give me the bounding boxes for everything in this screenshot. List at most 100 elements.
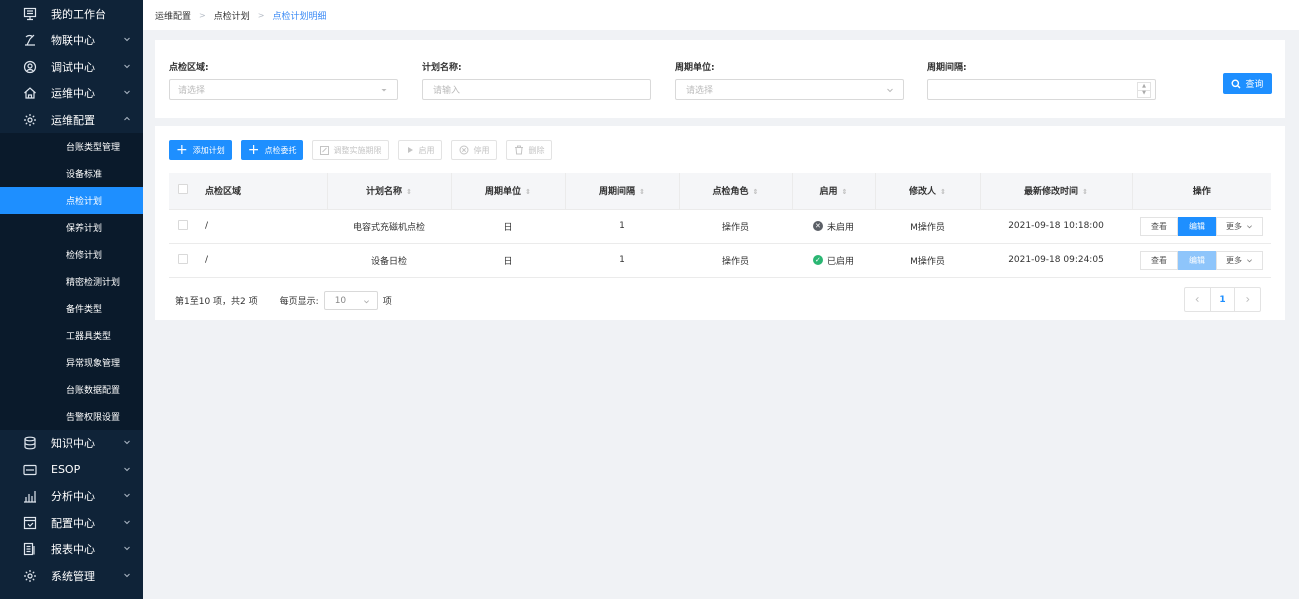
sort-icon[interactable]: ⇕ — [406, 188, 412, 196]
sidebar-item-maintenance-plan[interactable]: 保养计划 — [0, 214, 143, 241]
more-button[interactable]: 更多 — [1216, 250, 1263, 270]
sort-icon[interactable]: ⇕ — [940, 188, 946, 196]
more-button[interactable]: 更多 — [1216, 216, 1263, 236]
edit-doc-icon — [320, 145, 330, 155]
sidebar-item-alarm-permission[interactable]: 告警权限设置 — [0, 403, 143, 430]
prev-page-button[interactable] — [1185, 288, 1210, 311]
sub-label: 点检计划 — [66, 197, 103, 207]
status-badge: ✕ 未启用 — [812, 220, 854, 233]
nav-item-knowledge[interactable]: 知识中心 — [0, 430, 143, 457]
settings-icon — [22, 568, 38, 584]
nav-item-config-center[interactable]: 配置中心 — [0, 510, 143, 537]
sidebar-item-precision-plan[interactable]: 精密检测计划 — [0, 268, 143, 295]
sort-icon[interactable]: ⇕ — [842, 188, 848, 196]
select-all-checkbox[interactable] — [178, 184, 188, 195]
header-enabled[interactable]: 启用 ⇕ — [792, 173, 876, 210]
nav-item-iot[interactable]: 物联中心 — [0, 27, 143, 54]
header-time[interactable]: 最新修改时间 ⇕ — [980, 173, 1133, 210]
add-delegate-button[interactable]: + 点检委托 — [240, 140, 304, 160]
sidebar-item-repair-plan[interactable]: 检修计划 — [0, 241, 143, 268]
sidebar-item-ledger-data[interactable]: 台账数据配置 — [0, 376, 143, 403]
chevron-right-icon: > — [199, 10, 206, 20]
plan-name-input[interactable]: 请输入 — [422, 79, 651, 100]
nav-item-system[interactable]: 系统管理 — [0, 563, 143, 590]
stepper-down-icon[interactable]: ▼ — [1138, 91, 1150, 98]
edit-button[interactable]: 编辑 — [1178, 250, 1216, 270]
chevron-down-icon — [124, 440, 130, 445]
status-label: 已启用 — [826, 256, 854, 267]
breadcrumb-item[interactable]: 点检计划 — [214, 9, 250, 22]
disable-label: 停用 — [473, 145, 490, 155]
page-number[interactable]: 1 — [1210, 288, 1235, 311]
database-icon — [22, 435, 38, 451]
sidebar-item-spare-types[interactable]: 备件类型 — [0, 295, 143, 322]
area-select[interactable]: 请选择 — [169, 79, 398, 100]
adjust-period-button[interactable]: 调整实施期限 — [312, 140, 390, 160]
sort-icon[interactable]: ⇕ — [525, 188, 531, 196]
sidebar-item-equipment-standard[interactable]: 设备标准 — [0, 160, 143, 187]
sort-icon[interactable]: ⇕ — [639, 188, 645, 196]
chevron-down-icon — [887, 88, 893, 93]
nav-item-debug[interactable]: 调试中心 — [0, 54, 143, 81]
row-checkbox[interactable] — [178, 253, 188, 264]
header-name[interactable]: 计划名称 ⇕ — [327, 173, 452, 210]
plan-table: 点检区域 计划名称 ⇕ 周期单位 ⇕ 周期间隔 ⇕ 点检角色 ⇕ 启用 ⇕ 修改人 ⇕ 最新… — [169, 173, 1271, 278]
view-button[interactable]: 查看 — [1140, 216, 1178, 236]
breadcrumb-item[interactable]: 运维配置 — [155, 9, 191, 22]
sidebar-item-anomaly[interactable]: 异常现象管理 — [0, 349, 143, 376]
nav-item-workbench[interactable]: 我的工作台 — [0, 0, 143, 27]
trash-icon — [515, 145, 524, 155]
header-area[interactable]: 点检区域 — [197, 173, 328, 210]
sub-label: 告警权限设置 — [66, 413, 121, 423]
query-button[interactable]: 查询 — [1223, 73, 1272, 94]
sub-label: 保养计划 — [66, 224, 103, 234]
chevron-left-icon — [1195, 297, 1199, 302]
sidebar-item-tool-types[interactable]: 工器具类型 — [0, 322, 143, 349]
enable-button[interactable]: 启用 — [398, 140, 443, 160]
row-checkbox[interactable] — [178, 219, 188, 230]
cell-time: 2021-09-18 09:24:05 — [980, 243, 1132, 278]
nav-item-analysis[interactable]: 分析中心 — [0, 483, 143, 510]
header-unit[interactable]: 周期单位 ⇕ — [451, 173, 566, 210]
header-label: 周期间隔 — [599, 187, 636, 198]
nav-item-ops-center[interactable]: 运维中心 — [0, 80, 143, 107]
header-interval[interactable]: 周期间隔 ⇕ — [565, 173, 680, 210]
sidebar-item-ledger-types[interactable]: 台账类型管理 — [0, 133, 143, 160]
enable-label: 启用 — [418, 145, 435, 155]
edit-button[interactable]: 编辑 — [1178, 216, 1216, 236]
delete-button[interactable]: 删除 — [506, 140, 553, 160]
sort-icon[interactable]: ⇕ — [753, 188, 759, 196]
row-checkbox-cell — [169, 243, 197, 278]
view-button[interactable]: 查看 — [1140, 250, 1178, 270]
satellite-icon — [22, 32, 38, 48]
number-stepper[interactable]: ▲ ▼ — [1137, 82, 1151, 98]
sort-icon[interactable]: ⇕ — [1082, 188, 1088, 196]
gear-icon — [22, 112, 38, 128]
per-page-unit: 项 — [382, 297, 392, 307]
play-icon — [408, 147, 414, 153]
nav-item-report[interactable]: 报表中心 — [0, 536, 143, 563]
cell-name: 设备日检 — [327, 243, 451, 278]
nav-label: 分析中心 — [51, 490, 95, 504]
chevron-down-icon — [124, 493, 130, 498]
page-size-select[interactable]: 10 — [323, 291, 378, 310]
cell-status: ✕ 未启用 — [792, 209, 875, 244]
header-modifier[interactable]: 修改人 ⇕ — [875, 173, 981, 210]
sidebar-item-inspection-plan[interactable]: 点检计划 — [0, 187, 143, 214]
nav-label: 报表中心 — [51, 543, 95, 557]
header-role[interactable]: 点检角色 ⇕ — [679, 173, 793, 210]
pagination: 1 — [1184, 287, 1261, 312]
nav-item-esop[interactable]: ESOP — [0, 457, 143, 484]
breadcrumb: 运维配置 > 点检计划 > 点检计划明细 — [143, 0, 1299, 30]
nav-item-ops-config[interactable]: 运维配置 — [0, 107, 143, 134]
cell-modifier: M操作员 — [875, 209, 980, 244]
field-interval: 周期间隔: ▲ ▼ — [927, 60, 1156, 100]
period-interval-input[interactable]: ▲ ▼ — [927, 79, 1156, 100]
chevron-down-icon — [124, 467, 130, 471]
disable-button[interactable]: 停用 — [451, 140, 498, 160]
period-unit-select[interactable]: 请选择 — [675, 79, 904, 100]
header-label: 周期单位 — [485, 187, 522, 198]
next-page-button[interactable] — [1235, 288, 1260, 311]
chevron-right-icon — [1246, 297, 1250, 302]
add-plan-button[interactable]: + 添加计划 — [169, 140, 232, 160]
